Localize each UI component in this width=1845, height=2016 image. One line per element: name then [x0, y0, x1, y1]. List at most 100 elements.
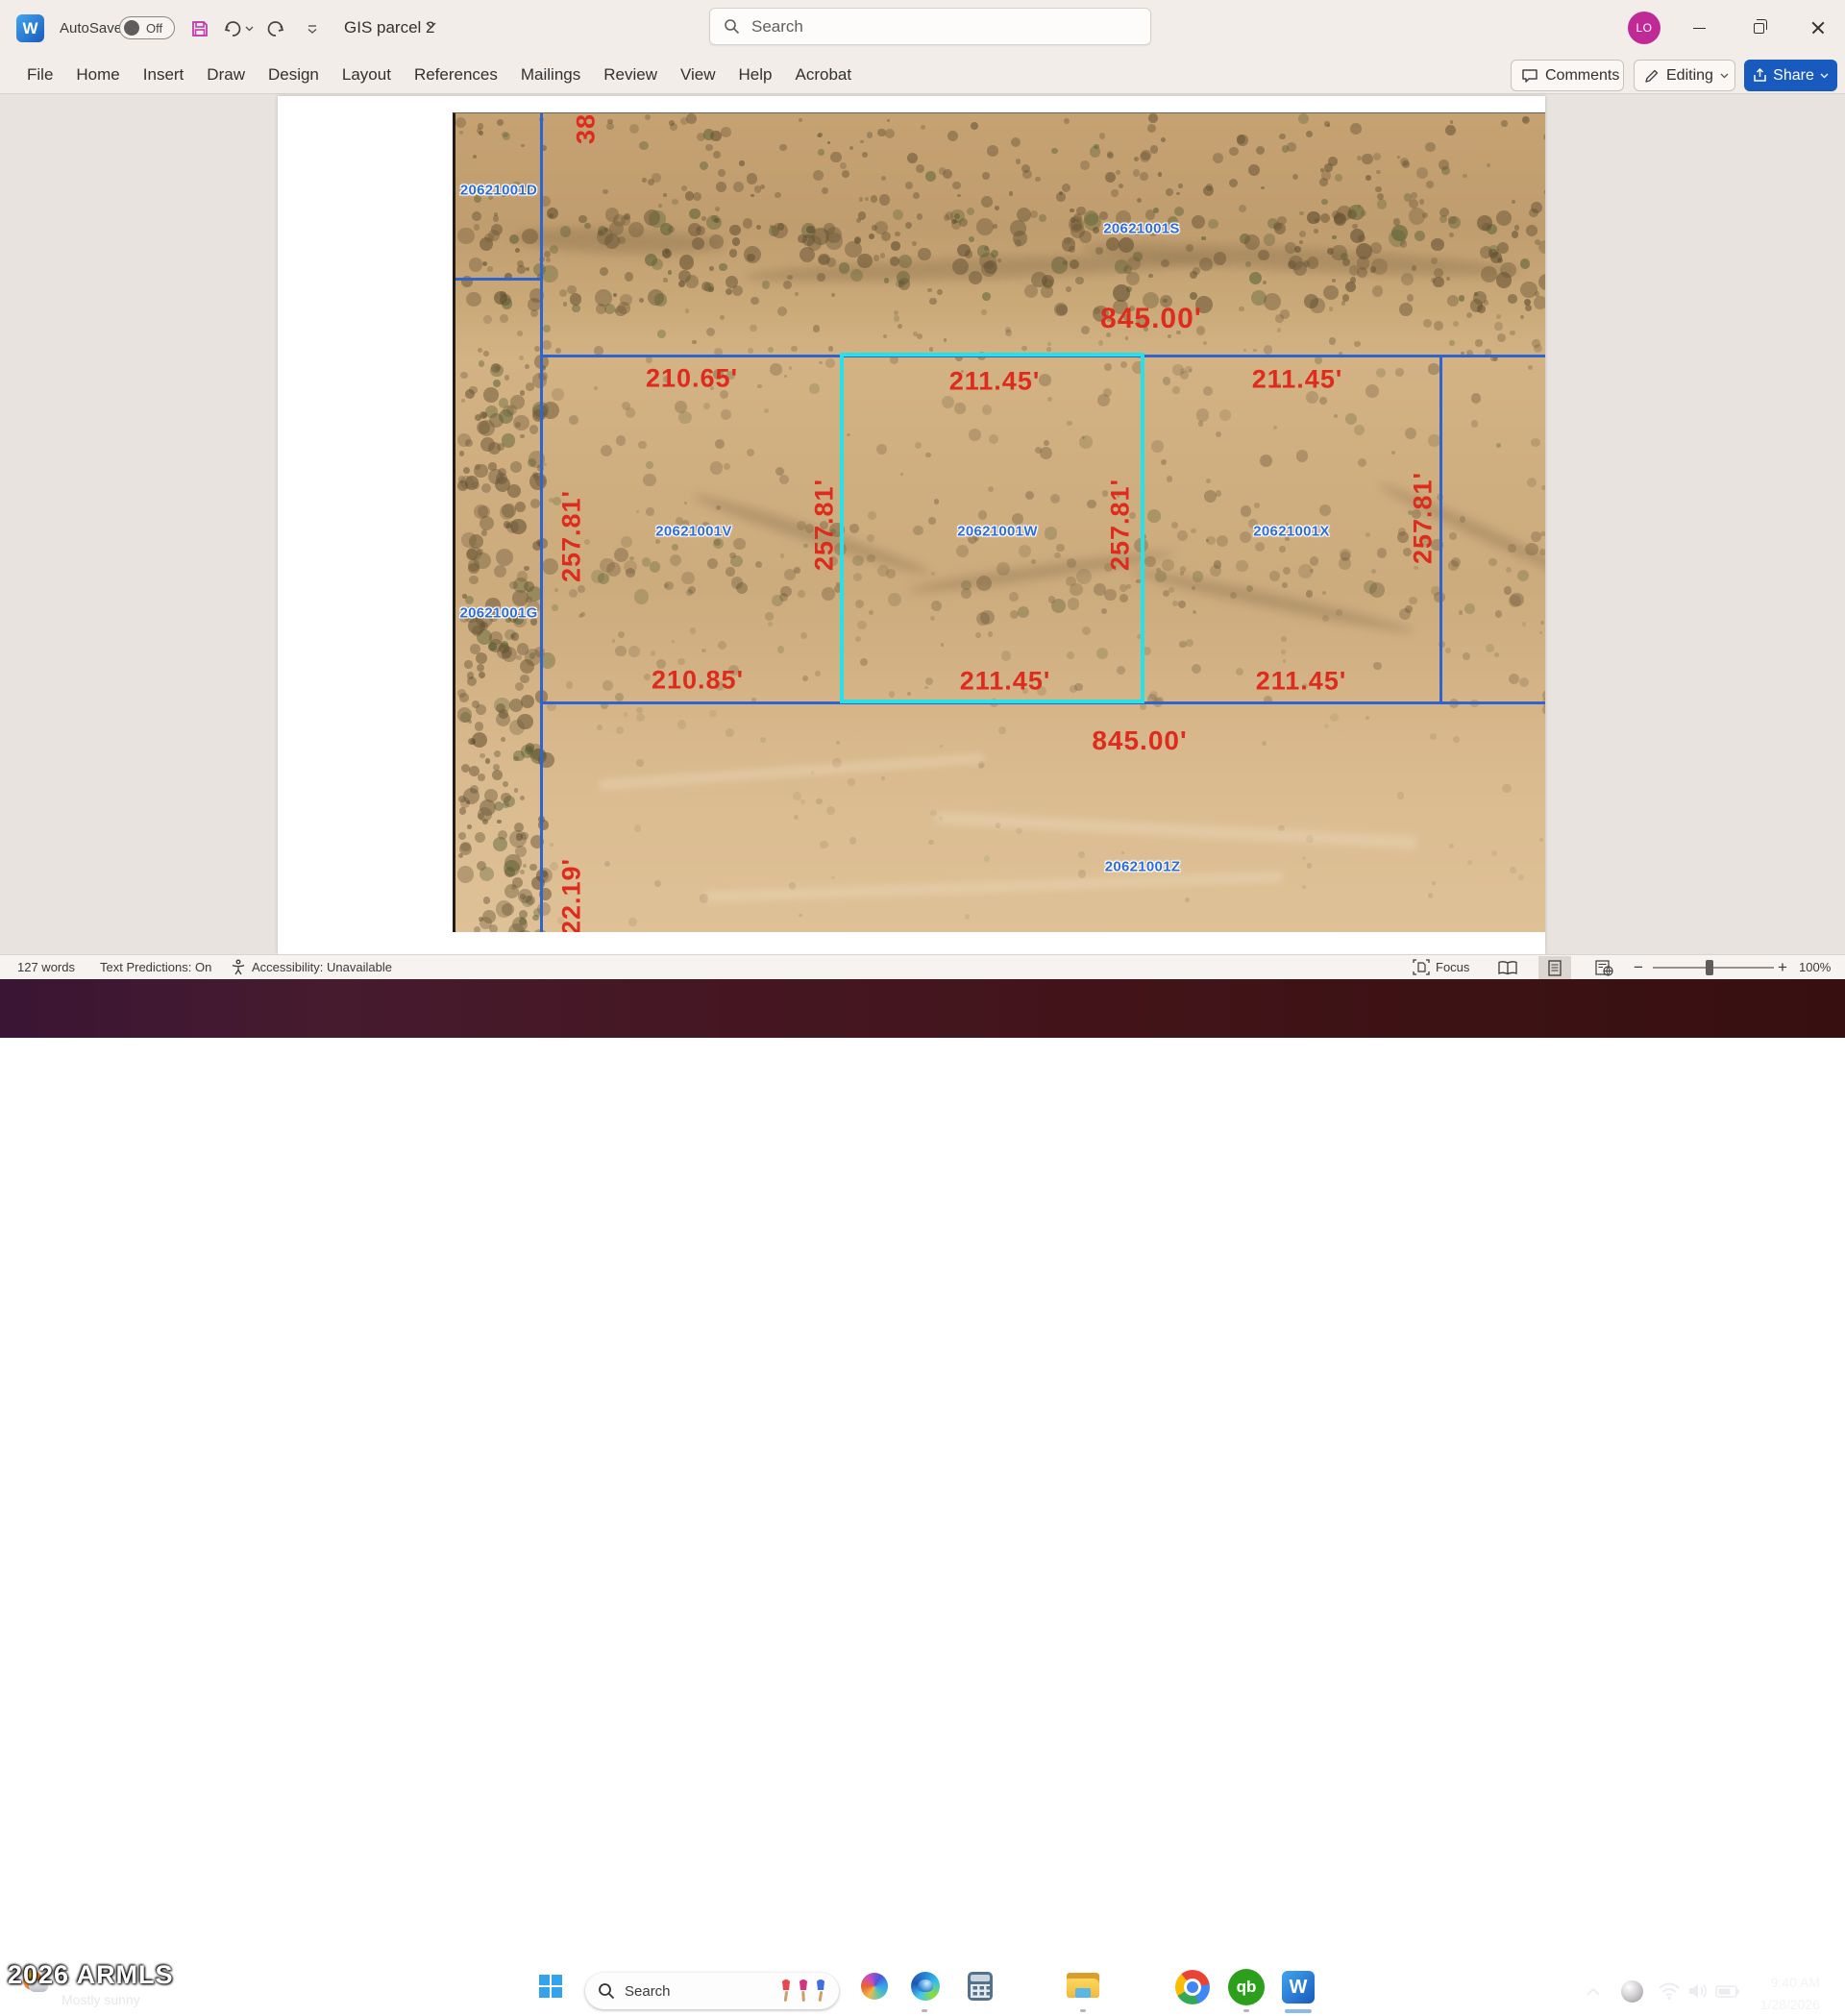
tray-show-hidden-icons-button[interactable]: [1581, 1979, 1606, 2004]
taskbar-search-box[interactable]: Search: [585, 1973, 839, 2009]
ribbon-tab-view[interactable]: View: [669, 65, 727, 85]
map-texture-blob: [526, 267, 529, 271]
map-texture-blob: [494, 565, 506, 578]
wifi-tray-icon[interactable]: [1655, 1978, 1684, 2004]
share-button[interactable]: Share: [1744, 60, 1837, 91]
map-texture-blob: [718, 641, 726, 650]
web-layout-button[interactable]: [1587, 956, 1620, 979]
ribbon-tab-mailings[interactable]: Mailings: [509, 65, 592, 85]
zoom-level[interactable]: 100%: [1799, 960, 1831, 974]
copilot-app-icon[interactable]: [859, 1971, 890, 2002]
document-title-chevron-icon[interactable]: [426, 22, 436, 29]
minimize-button[interactable]: [1677, 12, 1721, 44]
map-texture-blob: [1011, 137, 1021, 148]
undo-dropdown-chevron-icon[interactable]: [242, 16, 256, 41]
map-texture-blob: [1296, 450, 1308, 461]
map-texture-blob: [1510, 593, 1524, 607]
map-texture-blob: [461, 764, 470, 773]
accessibility-status[interactable]: Accessibility: Unavailable: [252, 960, 392, 974]
map-texture-blob: [1236, 668, 1243, 676]
document-title[interactable]: GIS parcel 2: [344, 18, 435, 37]
close-button[interactable]: [1796, 12, 1840, 44]
word-app-button-active[interactable]: W: [1274, 1965, 1322, 2009]
map-texture-blob: [469, 258, 482, 271]
ribbon-tab-help[interactable]: Help: [727, 65, 784, 85]
map-texture-blob: [1449, 844, 1454, 848]
map-texture-blob: [1206, 536, 1216, 546]
file-explorer-app-icon[interactable]: [1065, 1971, 1101, 2002]
map-texture-blob: [1177, 530, 1188, 541]
map-texture-blob: [1307, 863, 1313, 869]
map-texture-blob: [762, 281, 771, 289]
map-texture-blob: [871, 195, 877, 202]
map-texture-blob: [616, 726, 624, 734]
map-texture-blob: [1306, 131, 1313, 137]
word-app-icon[interactable]: W: [16, 14, 44, 42]
map-texture-blob: [1075, 277, 1083, 284]
map-texture-blob: [825, 358, 835, 368]
ribbon-tab-draw[interactable]: Draw: [195, 65, 257, 85]
map-texture-blob: [1540, 531, 1545, 537]
map-texture-blob: [952, 182, 961, 190]
map-texture-blob: [1375, 186, 1381, 192]
word-count[interactable]: 127 words: [17, 960, 75, 974]
map-texture-blob: [1213, 153, 1223, 163]
map-texture-blob: [681, 572, 694, 584]
comments-button[interactable]: Comments: [1511, 60, 1624, 91]
windows-logo-icon: [538, 1974, 563, 1999]
map-texture-blob: [481, 529, 487, 535]
edge-app-icon[interactable]: [910, 1971, 941, 2002]
print-layout-button[interactable]: [1538, 956, 1571, 979]
ribbon-tab-design[interactable]: Design: [257, 65, 331, 85]
ribbon-tab-insert[interactable]: Insert: [132, 65, 196, 85]
map-texture-blob: [1196, 408, 1209, 421]
read-mode-button[interactable]: [1491, 956, 1524, 979]
map-texture-blob: [515, 248, 520, 253]
focus-button[interactable]: Focus: [1436, 960, 1469, 974]
onedrive-tray-icon[interactable]: [1618, 1978, 1645, 2004]
zoom-out-button[interactable]: −: [1634, 958, 1643, 977]
text-predictions-status[interactable]: Text Predictions: On: [100, 960, 211, 974]
taskbar-clock[interactable]: 9:40 AM 1/28/2026: [1760, 1972, 1820, 2016]
quickbooks-app-icon[interactable]: qb: [1227, 1968, 1266, 2006]
ribbon-tab-file[interactable]: File: [15, 65, 64, 85]
start-button[interactable]: [535, 1971, 566, 2002]
map-texture-blob: [1527, 478, 1537, 487]
map-texture-blob: [461, 399, 465, 403]
volume-tray-icon[interactable]: [1684, 1978, 1712, 2004]
restore-button[interactable]: [1736, 12, 1781, 44]
document-canvas[interactable]: 20621001D20621001S20621001G20621001V2062…: [0, 94, 1845, 954]
map-texture-blob: [523, 864, 527, 868]
map-texture-blob: [502, 298, 513, 309]
map-texture-blob: [1121, 851, 1124, 854]
map-texture-blob: [615, 693, 625, 702]
map-texture-blob: [646, 507, 653, 515]
avatar[interactable]: LO: [1628, 12, 1660, 44]
map-texture-blob: [472, 211, 481, 221]
battery-tray-icon[interactable]: [1712, 1978, 1743, 2004]
ribbon-tab-acrobat[interactable]: Acrobat: [784, 65, 864, 85]
ribbon-tab-layout[interactable]: Layout: [331, 65, 403, 85]
ribbon-tab-review[interactable]: Review: [592, 65, 669, 85]
map-texture-blob: [594, 386, 598, 390]
calculator-app-icon[interactable]: [966, 1971, 995, 2002]
chrome-app-icon[interactable]: [1173, 1968, 1212, 2006]
save-icon[interactable]: [187, 16, 212, 41]
redo-icon[interactable]: [263, 16, 288, 41]
map-texture-blob: [718, 169, 726, 178]
search-input[interactable]: Search: [709, 8, 1151, 45]
zoom-slider-track[interactable]: [1653, 967, 1774, 969]
map-texture-blob: [879, 194, 890, 205]
zoom-in-button[interactable]: +: [1778, 958, 1787, 977]
ribbon-tab-references[interactable]: References: [403, 65, 509, 85]
ribbon-tab-home[interactable]: Home: [64, 65, 131, 85]
map-texture-blob: [1263, 281, 1267, 285]
map-texture-blob: [1508, 294, 1517, 304]
quick-access-overflow-icon[interactable]: [300, 16, 325, 41]
search-highlight-pins-icon[interactable]: [779, 1979, 827, 2004]
autosave-toggle[interactable]: Off: [119, 16, 175, 39]
dimension-label: 845.00': [1100, 303, 1202, 335]
map-texture-blob: [1148, 274, 1153, 279]
zoom-slider-handle[interactable]: [1706, 960, 1713, 975]
editing-mode-button[interactable]: Editing: [1634, 60, 1735, 91]
